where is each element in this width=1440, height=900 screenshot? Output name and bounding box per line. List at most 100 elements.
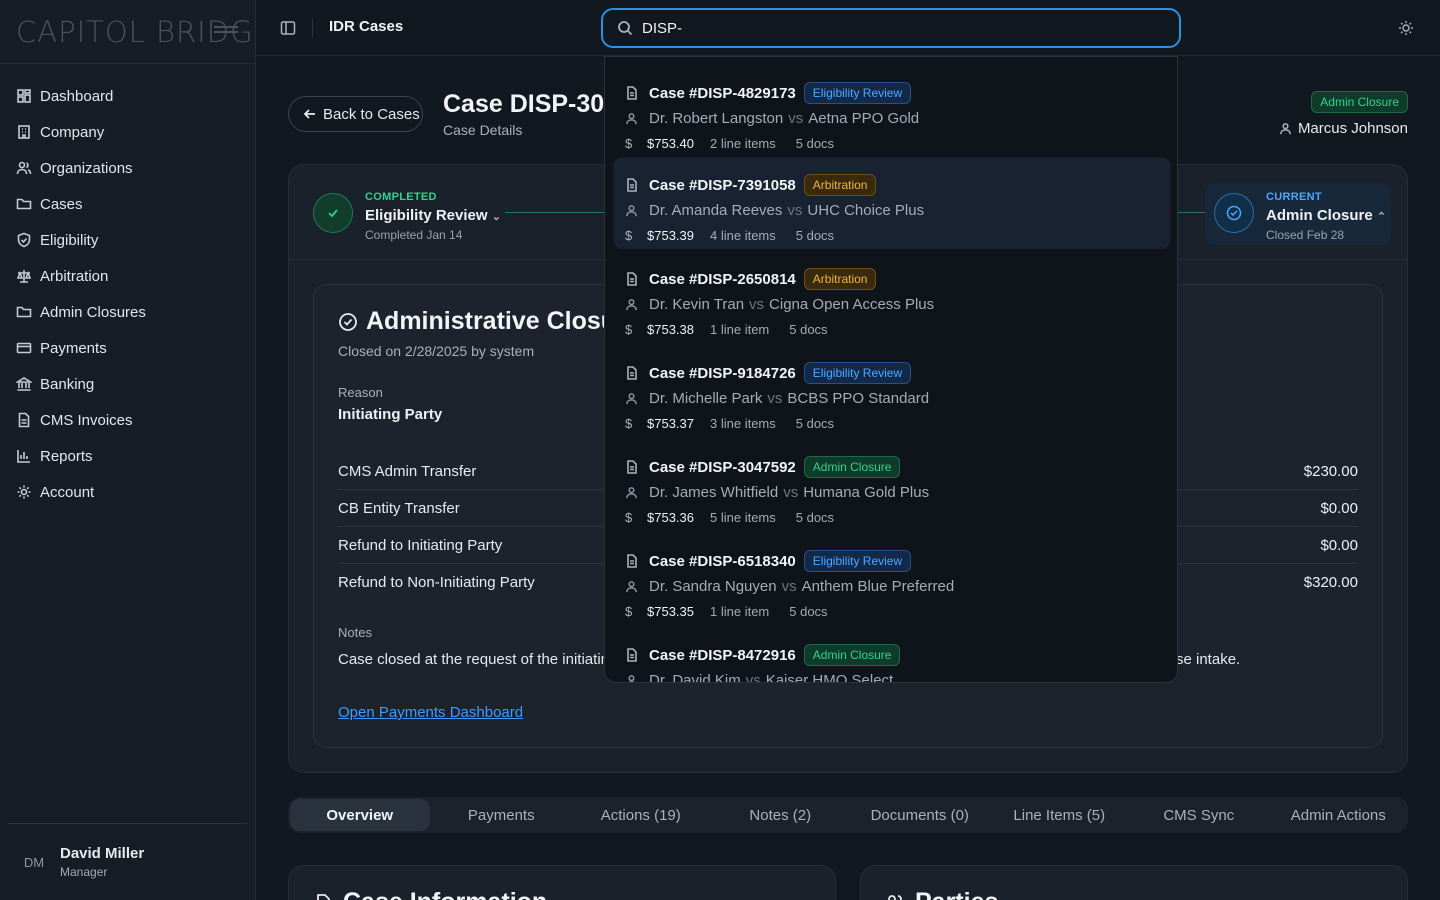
vs-label: vs xyxy=(749,296,765,313)
result-status-badge: Arbitration xyxy=(803,174,877,196)
sidebar-item-label: Organizations xyxy=(40,159,133,177)
shield-icon xyxy=(17,232,31,248)
user-icon xyxy=(628,675,635,682)
search-results-dropdown: Case #DISP-4829173 Eligibility Review Dr… xyxy=(604,56,1178,683)
step-completed-name[interactable]: Eligibility Review ⌄ xyxy=(365,207,501,224)
search-result-item[interactable]: Case #DISP-6518340 Eligibility Review Dr… xyxy=(613,533,1171,625)
result-meta: $ $753.40 2 line items 5 docs xyxy=(625,136,834,151)
user-icon xyxy=(626,205,637,217)
result-parties: Dr. Michelle Park vs BCBS PPO Standard xyxy=(625,390,929,407)
tab-line-items[interactable]: Line Items (5) xyxy=(990,797,1130,833)
sidebar-item-banking[interactable]: Banking xyxy=(0,366,255,402)
user-icon xyxy=(626,113,637,125)
document-icon xyxy=(627,86,637,100)
result-meta: $ $753.38 1 line item 5 docs xyxy=(625,322,828,337)
payments-dashboard-link[interactable]: Open Payments Dashboard xyxy=(338,704,523,721)
result-header: Case #DISP-2650814 Arbitration xyxy=(625,268,877,290)
result-status-badge: Eligibility Review xyxy=(803,82,912,104)
result-meta: $ $753.36 5 line items 5 docs xyxy=(625,510,834,525)
search-result-item[interactable]: Case #DISP-9184726 Eligibility Review Dr… xyxy=(613,345,1171,437)
parties-card: Parties xyxy=(860,865,1408,900)
result-parties: Dr. Robert Langston vs Aetna PPO Gold xyxy=(625,110,919,127)
folder-icon xyxy=(16,198,32,210)
case-tabs: Overview Payments Actions (19) Notes (2)… xyxy=(288,797,1408,833)
user-role: Manager xyxy=(60,865,108,879)
sidebar-item-arbitration[interactable]: Arbitration xyxy=(0,258,255,294)
vs-label: vs xyxy=(745,672,761,683)
document-icon xyxy=(627,648,637,662)
credit-card-icon xyxy=(16,342,32,354)
check-circle-icon xyxy=(339,312,357,331)
assignee-name: Marcus Johnson xyxy=(1297,120,1408,137)
result-parties: Dr. David Kim vs Kaiser HMO Select xyxy=(625,672,893,683)
vs-label: vs xyxy=(781,578,797,595)
assignee: Marcus Johnson xyxy=(1279,120,1408,137)
tab-cms-sync[interactable]: CMS Sync xyxy=(1129,797,1269,833)
case-information-title: Case Information xyxy=(313,888,547,900)
result-parties: Dr. James Whitfield vs Humana Gold Plus xyxy=(625,484,929,501)
result-case-number: Case #DISP-9184726 xyxy=(649,364,796,382)
search-result-item[interactable]: Case #DISP-8472916 Admin Closure Dr. Dav… xyxy=(613,627,1171,683)
folder-icon xyxy=(16,306,32,318)
chevron-up-icon: ⌃ xyxy=(1376,211,1387,223)
tab-documents[interactable]: Documents (0) xyxy=(850,797,990,833)
theme-toggle-icon[interactable] xyxy=(1398,20,1414,36)
transfer-amount: $320.00 xyxy=(1303,574,1358,591)
case-information-title-text: Case Information xyxy=(343,888,547,900)
logo-mark xyxy=(214,26,238,38)
step-completed-caption: COMPLETED xyxy=(365,191,437,203)
result-case-number: Case #DISP-8472916 xyxy=(649,646,796,664)
sidebar-item-account[interactable]: Account xyxy=(0,474,255,510)
transfer-label: Refund to Initiating Party xyxy=(338,536,503,554)
search-value: DISP- xyxy=(642,19,683,37)
bank-icon xyxy=(16,377,32,391)
document-icon xyxy=(627,554,637,568)
result-header: Case #DISP-9184726 Eligibility Review xyxy=(625,362,912,384)
sidebar-item-cms-invoices[interactable]: CMS Invoices xyxy=(0,402,255,438)
search-result-item[interactable]: Case #DISP-3047592 Admin Closure Dr. Jam… xyxy=(613,439,1171,531)
dashboard-icon xyxy=(17,89,31,103)
result-meta: $ $753.39 4 line items 5 docs xyxy=(625,228,834,243)
result-line-items: 3 line items xyxy=(710,416,776,431)
search-result-item[interactable]: Case #DISP-2650814 Arbitration Dr. Kevin… xyxy=(613,251,1171,343)
result-provider: Dr. Michelle Park xyxy=(649,390,763,407)
sidebar-item-company[interactable]: Company xyxy=(0,114,255,150)
back-button-label: Back to Cases xyxy=(323,105,420,123)
result-payer: Anthem Blue Preferred xyxy=(801,578,955,595)
step-current-caption: CURRENT xyxy=(1266,191,1322,203)
dollar-icon: $ xyxy=(625,228,633,243)
step-current-indicator xyxy=(1214,193,1254,233)
result-parties: Dr. Sandra Nguyen vs Anthem Blue Preferred xyxy=(625,578,954,595)
result-case-number: Case #DISP-6518340 xyxy=(649,552,796,570)
vs-label: vs xyxy=(788,110,804,127)
tab-admin-actions[interactable]: Admin Actions xyxy=(1269,797,1409,833)
result-case-number: Case #DISP-7391058 xyxy=(649,176,796,194)
result-meta: $ $753.35 1 line item 5 docs xyxy=(625,604,828,619)
search-icon xyxy=(618,21,633,36)
sidebar-toggle-icon[interactable] xyxy=(280,20,296,36)
result-status-badge: Admin Closure xyxy=(803,644,901,666)
tab-actions[interactable]: Actions (19) xyxy=(571,797,711,833)
sidebar-item-payments[interactable]: Payments xyxy=(0,330,255,366)
step-completed-indicator xyxy=(313,193,353,233)
sidebar-item-organizations[interactable]: Organizations xyxy=(0,150,255,186)
result-status-badge: Eligibility Review xyxy=(803,362,912,384)
sidebar-item-eligibility[interactable]: Eligibility xyxy=(0,222,255,258)
step-current-date: Closed Feb 28 xyxy=(1266,228,1345,242)
sidebar-item-dashboard[interactable]: Dashboard xyxy=(0,78,255,114)
user-menu[interactable]: DM David Miller Manager xyxy=(8,823,247,900)
document-icon xyxy=(317,893,330,900)
tab-overview[interactable]: Overview xyxy=(290,799,430,831)
sidebar-item-cases[interactable]: Cases xyxy=(0,186,255,222)
search-input[interactable]: DISP- xyxy=(601,8,1181,48)
search-result-item[interactable]: Case #DISP-4829173 Eligibility Review Dr… xyxy=(613,65,1171,157)
back-button[interactable]: Back to Cases xyxy=(288,96,423,132)
sidebar-item-admin-closures[interactable]: Admin Closures xyxy=(0,294,255,330)
search-result-item[interactable]: Case #DISP-7391058 Arbitration Dr. Amand… xyxy=(613,157,1171,249)
tab-payments[interactable]: Payments xyxy=(432,797,572,833)
dollar-icon: $ xyxy=(625,604,633,619)
sidebar-item-reports[interactable]: Reports xyxy=(0,438,255,474)
tab-notes[interactable]: Notes (2) xyxy=(711,797,851,833)
user-icon xyxy=(626,393,637,405)
sidebar-item-label: Cases xyxy=(40,195,83,213)
